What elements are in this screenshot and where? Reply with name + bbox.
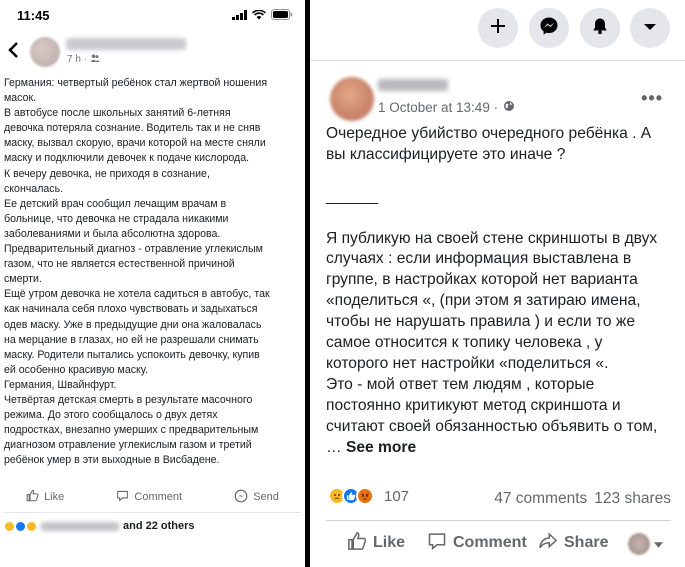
battery-icon (271, 9, 293, 20)
wow-reaction-icon (26, 520, 37, 532)
post-meta: 1 October at 13:49 · (378, 100, 515, 115)
author-avatar[interactable] (30, 37, 60, 67)
like-thumb-icon (26, 489, 39, 505)
left-mobile-screenshot: 11:45 7 h · Германия: четвертый ребёнок … (0, 0, 305, 567)
post-body: Германия: четвертый ребёнок стал жертвой… (4, 77, 270, 467)
reaction-summary[interactable]: and 22 others (4, 520, 195, 532)
post-meta: 7 h · (67, 54, 100, 65)
post-body-text: Очередное убийство очередного ребёнка . … (326, 125, 658, 456)
comment-button[interactable]: Comment (116, 489, 182, 505)
post-time[interactable]: 7 h · (67, 54, 87, 65)
post-body: Очередное убийство очередного ребёнка . … (326, 124, 676, 459)
like-reaction-icon (15, 520, 26, 532)
comment-label: Comment (453, 534, 527, 551)
account-menu-button[interactable] (630, 8, 670, 48)
see-more-link[interactable]: See more (346, 439, 416, 456)
status-icons (232, 9, 293, 20)
profile-avatar (628, 533, 650, 555)
engagement-stats: 47 comments 123 shares (494, 490, 671, 508)
messenger-icon (539, 16, 559, 41)
action-bar: Like Comment Send (0, 486, 305, 508)
globe-icon (503, 100, 515, 115)
divider (4, 512, 301, 513)
angry-reaction-icon (356, 487, 374, 505)
like-label: Like (44, 491, 65, 503)
divider (326, 520, 671, 521)
comment-button[interactable]: Comment (427, 531, 527, 556)
send-label: Send (253, 491, 279, 503)
share-label: Share (564, 534, 609, 551)
status-bar: 11:45 (0, 0, 305, 30)
wifi-icon (252, 9, 266, 20)
like-button[interactable]: Like (347, 531, 405, 556)
post-time[interactable]: 1 October at 13:49 · (378, 100, 498, 115)
more-options-icon[interactable]: ••• (641, 88, 663, 109)
author-name-blurred[interactable] (378, 79, 448, 91)
caret-down-icon (643, 19, 657, 37)
comment-bubble-icon (427, 531, 447, 556)
messenger-send-icon (234, 489, 248, 506)
signal-icon (232, 9, 247, 20)
like-label: Like (373, 534, 406, 551)
topbar-divider (310, 60, 685, 61)
reaction-summary[interactable]: 107 (328, 487, 409, 505)
status-time: 11:45 (17, 8, 50, 23)
reaction-count: 107 (384, 487, 410, 505)
comment-label: Comment (134, 491, 183, 503)
like-thumb-icon (347, 531, 367, 556)
back-arrow-icon[interactable] (6, 40, 24, 62)
send-button[interactable]: Send (234, 489, 279, 506)
share-button[interactable]: Share (538, 531, 608, 556)
post-header: 7 h · (0, 30, 305, 74)
author-name-blurred[interactable] (66, 38, 186, 50)
profile-selector[interactable] (628, 533, 663, 555)
create-button[interactable] (478, 8, 518, 48)
shares-count-link[interactable]: 123 shares (594, 490, 671, 508)
plus-icon (490, 18, 506, 39)
friends-audience-icon (90, 54, 100, 65)
like-button[interactable]: Like (26, 489, 64, 505)
top-nav-bar (310, 0, 685, 60)
caret-down-icon (654, 535, 663, 553)
share-arrow-icon (538, 531, 558, 556)
messenger-button[interactable] (529, 8, 569, 48)
comment-bubble-icon (116, 489, 129, 505)
notifications-button[interactable] (580, 8, 620, 48)
sad-reaction-icon (4, 520, 15, 532)
reactor-names-blurred (41, 521, 119, 531)
right-desktop-screenshot: 1 October at 13:49 · ••• Очередное убийс… (310, 0, 685, 567)
reaction-others-text: and 22 others (123, 520, 195, 532)
author-avatar[interactable] (330, 77, 374, 121)
comments-count-link[interactable]: 47 comments (494, 490, 587, 508)
bell-icon (591, 17, 609, 40)
